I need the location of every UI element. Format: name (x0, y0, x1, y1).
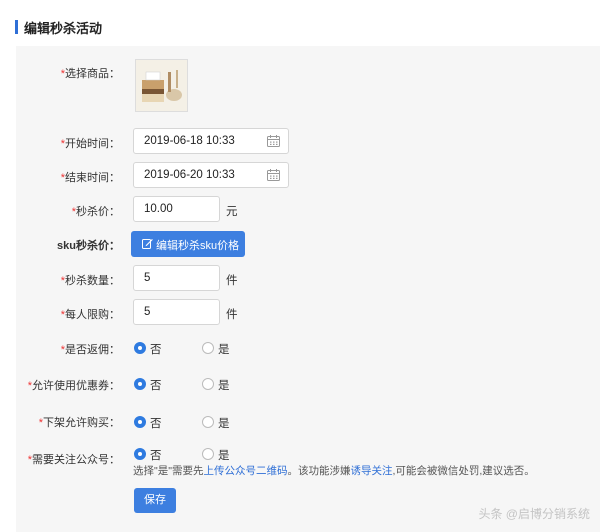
price-input[interactable]: 10.00 (133, 196, 220, 222)
price-unit: 元 (226, 206, 238, 218)
quantity-label-text: 秒杀数量： (65, 275, 120, 287)
end-time-label: *结束时间： (15, 169, 120, 185)
product-image (136, 60, 187, 111)
follow-label: *需要关注公众号： (15, 451, 120, 467)
limit-value: 5 (144, 306, 151, 318)
calendar-icon[interactable] (267, 135, 280, 147)
product-thumbnail[interactable] (135, 59, 188, 112)
offshelf-label-text: 下架允许购买： (43, 417, 120, 429)
rebate-no-label[interactable]: 否 (150, 341, 162, 357)
quantity-label: *秒杀数量： (15, 272, 120, 288)
limit-input[interactable]: 5 (133, 299, 220, 325)
coupon-no-radio[interactable] (134, 378, 146, 390)
offshelf-no-radio[interactable] (134, 416, 146, 428)
offshelf-yes-label[interactable]: 是 (218, 415, 230, 431)
end-time-value: 2019-06-20 10:33 (144, 169, 235, 181)
quantity-value: 5 (144, 272, 151, 284)
coupon-label: *允许使用优惠券： (15, 377, 120, 393)
note-prefix: 选择"是"需要先 (133, 465, 204, 477)
limit-unit: 件 (226, 309, 238, 321)
end-time-field[interactable]: 2019-06-20 10:33 (133, 162, 289, 188)
coupon-no-label[interactable]: 否 (150, 377, 162, 393)
offshelf-yes-radio[interactable] (202, 416, 214, 428)
watermark-text: 头条 @启博分销系统 (478, 507, 590, 521)
offshelf-label: *下架允许购买： (15, 414, 120, 430)
sku-price-label: sku秒杀价： (57, 240, 120, 252)
price-label: *秒杀价： (15, 203, 120, 219)
quantity-unit: 件 (226, 275, 238, 287)
edit-sku-price-button[interactable]: 编辑秒杀sku价格 (131, 231, 245, 257)
page-header: 编辑秒杀活动 (0, 0, 600, 46)
page-title: 编辑秒杀活动 (24, 21, 103, 36)
note-suffix: ,可能会被微信处罚,建议选否。 (392, 465, 535, 477)
follow-no-radio[interactable] (134, 448, 146, 460)
start-time-label-text: 开始时间： (65, 138, 120, 150)
rebate-yes-label[interactable]: 是 (218, 341, 230, 357)
limit-label-text: 每人限购： (65, 309, 120, 321)
start-time-field[interactable]: 2019-06-18 10:33 (133, 128, 289, 154)
induced-follow-link[interactable]: 诱导关注 (350, 465, 392, 477)
rebate-label: *是否返佣： (15, 341, 120, 357)
offshelf-no-label[interactable]: 否 (150, 415, 162, 431)
coupon-yes-radio[interactable] (202, 378, 214, 390)
title-accent-bar (15, 20, 18, 34)
product-label-text: 选择商品： (65, 68, 120, 80)
product-label: *选择商品： (15, 65, 120, 81)
note-middle: 。该功能涉嫌 (287, 465, 351, 477)
follow-label-text: 需要关注公众号： (32, 454, 120, 466)
coupon-yes-label[interactable]: 是 (218, 377, 230, 393)
calendar-icon[interactable] (267, 169, 280, 181)
rebate-yes-radio[interactable] (202, 342, 214, 354)
start-time-label: *开始时间： (15, 135, 120, 151)
price-label-text: 秒杀价： (76, 206, 120, 218)
edit-icon (142, 239, 153, 249)
price-value: 10.00 (144, 203, 173, 215)
upload-qrcode-link[interactable]: 上传公众号二维码 (203, 465, 287, 477)
follow-no-label[interactable]: 否 (150, 447, 162, 463)
coupon-label-text: 允许使用优惠券： (32, 380, 120, 392)
end-time-label-text: 结束时间： (65, 172, 120, 184)
follow-help-note: 选择"是"需要先上传公众号二维码。该功能涉嫌诱导关注,可能会被微信处罚,建议选否… (133, 463, 535, 478)
follow-yes-radio[interactable] (202, 448, 214, 460)
limit-label: *每人限购： (15, 306, 120, 322)
rebate-label-text: 是否返佣： (65, 344, 120, 356)
save-button[interactable]: 保存 (134, 488, 176, 513)
quantity-input[interactable]: 5 (133, 265, 220, 291)
rebate-no-radio[interactable] (134, 342, 146, 354)
follow-yes-label[interactable]: 是 (218, 447, 230, 463)
start-time-value: 2019-06-18 10:33 (144, 135, 235, 147)
edit-sku-price-label: 编辑秒杀sku价格 (156, 240, 240, 252)
